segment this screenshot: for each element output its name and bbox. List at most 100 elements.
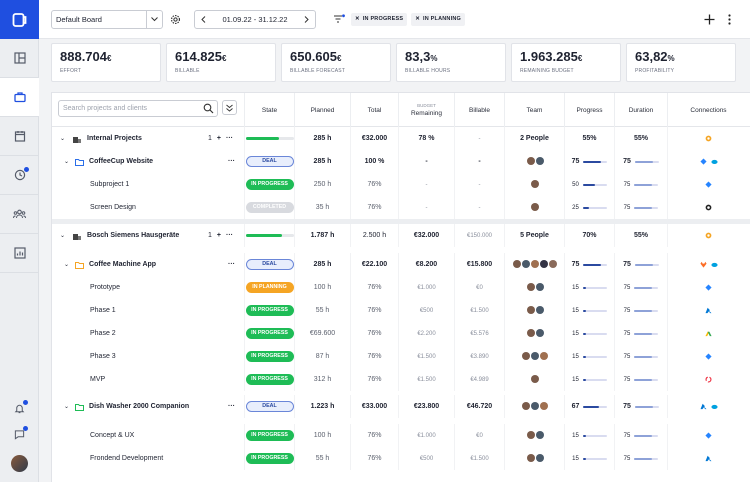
team-member-avatar[interactable] xyxy=(522,259,530,268)
team-member-avatar[interactable] xyxy=(526,282,535,291)
task-row[interactable]: Screen Design COMPLETED 35 h 76% - - 25 75 xyxy=(52,196,750,219)
sidebar-item-reports[interactable] xyxy=(0,234,39,273)
cloud-icon[interactable] xyxy=(710,403,718,410)
team-member-avatar[interactable] xyxy=(531,179,539,188)
jira-icon[interactable] xyxy=(699,158,707,165)
column-header[interactable]: Duration xyxy=(614,93,667,127)
team-member-avatar[interactable] xyxy=(531,351,539,360)
sidebar-item-team[interactable] xyxy=(0,195,39,234)
board-settings-button[interactable] xyxy=(167,11,184,28)
more-menu-button[interactable] xyxy=(721,11,738,28)
jira-icon[interactable] xyxy=(705,353,712,360)
add-icon[interactable]: + xyxy=(217,135,221,142)
team-member-avatar[interactable] xyxy=(526,453,535,462)
filter-chip-in-planning[interactable]: ✕ IN PLANNING xyxy=(411,12,465,26)
app-logo[interactable] xyxy=(0,0,39,39)
gitlab-icon[interactable] xyxy=(699,261,707,268)
chevron-left-icon[interactable] xyxy=(195,11,212,28)
status-badge[interactable]: IN PROGRESS xyxy=(245,328,294,339)
status-badge[interactable]: IN PROGRESS xyxy=(245,351,294,362)
team-member-avatar[interactable] xyxy=(526,328,535,337)
cloud-icon[interactable] xyxy=(710,261,718,268)
group-row[interactable]: ⌄ Internal Projects 1 + ··· 285 h €32.000 78 % -… xyxy=(52,127,750,150)
chevron-down-icon[interactable]: ⌄ xyxy=(60,135,65,142)
azure-icon[interactable] xyxy=(700,403,707,410)
team-member-avatar[interactable] xyxy=(522,401,530,410)
more-icon[interactable]: ··· xyxy=(228,261,235,268)
team-member-avatar[interactable] xyxy=(549,259,557,268)
status-badge[interactable]: IN PROGRESS xyxy=(245,305,294,316)
task-row[interactable]: MVP IN PROGRESS 312 h 76% €1.500 €4.989 15 75 xyxy=(52,368,750,391)
google-icon[interactable] xyxy=(705,330,712,337)
more-icon[interactable]: ··· xyxy=(228,158,235,165)
task-row[interactable]: Frondend Development IN PROGRESS 55 h 76% €5… xyxy=(52,447,750,470)
chevron-down-icon[interactable] xyxy=(146,10,162,28)
team-member-avatar[interactable] xyxy=(535,282,544,291)
date-range-picker[interactable]: 01.09.22 - 31.12.22 xyxy=(194,9,316,29)
team-member-avatar[interactable] xyxy=(540,401,548,410)
team-member-avatar[interactable] xyxy=(535,430,544,439)
column-header[interactable]: BUDGET Remaining xyxy=(398,93,454,127)
notifications-button[interactable] xyxy=(0,395,39,421)
task-row[interactable]: Concept & UX IN PROGRESS 100 h 76% €1.000 €0 1… xyxy=(52,424,750,447)
column-header[interactable]: Team xyxy=(504,93,564,127)
column-header[interactable]: Planned xyxy=(294,93,350,127)
column-header[interactable]: State xyxy=(244,93,294,127)
azure-icon[interactable] xyxy=(705,455,712,462)
close-icon[interactable]: ✕ xyxy=(355,16,360,22)
team-member-avatar[interactable] xyxy=(526,430,535,439)
messages-button[interactable] xyxy=(0,421,39,447)
integration-orange-icon[interactable] xyxy=(705,135,712,142)
status-badge[interactable]: COMPLETED xyxy=(245,202,294,213)
team-member-avatar[interactable] xyxy=(540,351,548,360)
task-row[interactable]: Subproject 1 IN PROGRESS 250 h 76% - - 50 75 xyxy=(52,173,750,196)
collapse-all-button[interactable] xyxy=(222,100,237,115)
chevron-down-icon[interactable]: ⌄ xyxy=(64,158,69,165)
user-avatar[interactable] xyxy=(11,455,28,472)
status-badge[interactable]: IN PROGRESS xyxy=(245,453,294,464)
status-badge[interactable]: IN PROGRESS xyxy=(245,430,294,441)
chevron-down-icon[interactable]: ⌄ xyxy=(60,232,65,239)
column-header[interactable]: Connections xyxy=(667,93,749,127)
chevron-down-icon[interactable]: ⌄ xyxy=(64,261,69,268)
team-member-avatar[interactable] xyxy=(535,328,544,337)
team-member-avatar[interactable] xyxy=(540,259,548,268)
jira-icon[interactable] xyxy=(705,432,712,439)
task-row[interactable]: Phase 3 IN PROGRESS 87 h 76% €1.500 €3.890 15 7… xyxy=(52,345,750,368)
more-icon[interactable]: ··· xyxy=(226,135,233,142)
sidebar-item-projects[interactable] xyxy=(0,78,39,117)
sidebar-item-dashboard[interactable] xyxy=(0,39,39,78)
cloud-icon[interactable] xyxy=(710,158,718,165)
task-row[interactable]: Phase 1 IN PROGRESS 55 h 76% €500 €1.500 15 75 xyxy=(52,299,750,322)
team-member-avatar[interactable] xyxy=(531,202,539,211)
sync-icon[interactable] xyxy=(705,376,712,383)
sidebar-item-time[interactable] xyxy=(0,156,39,195)
board-select[interactable]: Default Board xyxy=(51,9,163,29)
column-header[interactable]: Total xyxy=(350,93,398,127)
sidebar-item-calendar[interactable] xyxy=(0,117,39,156)
team-member-avatar[interactable] xyxy=(526,156,535,165)
column-header[interactable]: Progress xyxy=(564,93,614,127)
integration-orange-icon[interactable] xyxy=(705,232,712,239)
team-member-avatar[interactable] xyxy=(535,156,544,165)
task-row[interactable]: Phase 2 IN PROGRESS €69.600 76% €2.200 €5.576… xyxy=(52,322,750,345)
chevron-right-icon[interactable] xyxy=(298,11,315,28)
task-row[interactable]: Prototype IN PLANNING 100 h 76% €1.000 €0 15 75 xyxy=(52,276,750,299)
chevron-down-icon[interactable]: ⌄ xyxy=(64,403,69,410)
close-icon[interactable]: ✕ xyxy=(415,16,420,22)
azure-icon[interactable] xyxy=(705,307,712,314)
project-row[interactable]: ⌄ Dish Washer 2000 Companion ··· DEAL 1.223 … xyxy=(52,395,750,418)
github-icon[interactable] xyxy=(705,204,712,211)
team-member-avatar[interactable] xyxy=(531,374,539,383)
filter-chip-in-progress[interactable]: ✕ IN PROGRESS xyxy=(351,12,408,26)
team-member-avatar[interactable] xyxy=(531,401,539,410)
jira-icon[interactable] xyxy=(705,181,712,188)
status-badge[interactable]: IN PROGRESS xyxy=(245,374,294,385)
search-input[interactable]: Search projects and clients xyxy=(58,100,218,117)
group-row[interactable]: ⌄ Bosch Siemens Hausgeräte 1 + ··· 1.787 h 2.5… xyxy=(52,219,750,247)
add-icon[interactable]: + xyxy=(217,232,221,239)
status-badge[interactable]: IN PLANNING xyxy=(245,282,294,293)
project-row[interactable]: ⌄ Coffee Machine App ··· DEAL 285 h €22.100 €8… xyxy=(52,253,750,276)
team-member-avatar[interactable] xyxy=(526,305,535,314)
status-badge[interactable]: IN PROGRESS xyxy=(245,179,294,190)
